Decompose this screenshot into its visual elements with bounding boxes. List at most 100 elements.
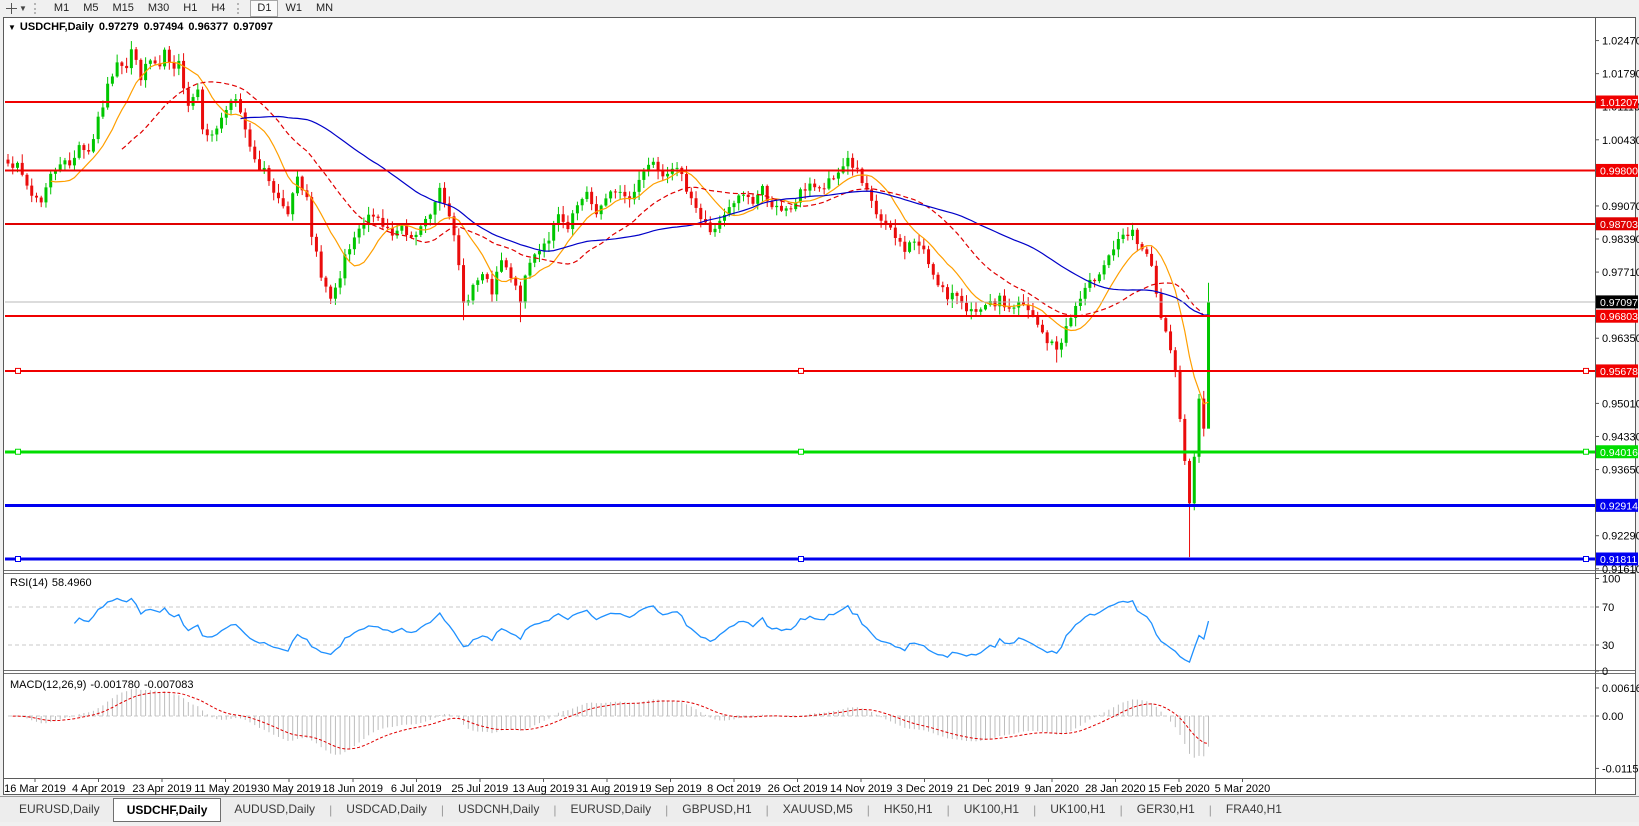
tab-separator: | [947, 803, 950, 817]
price-tick-label: 0.97710 [1602, 267, 1639, 279]
date-label: 21 Dec 2019 [957, 783, 1019, 795]
line-handle[interactable] [799, 449, 804, 454]
price-tick-label: 0.98390 [1602, 234, 1639, 246]
date-label: 28 Jan 2020 [1085, 783, 1146, 795]
rsi-tick-label: 0 [1602, 666, 1608, 678]
rsi-tick-label: 70 [1602, 602, 1614, 614]
date-label: 31 Aug 2019 [576, 783, 638, 795]
tab-separator: | [665, 803, 668, 817]
tab-separator: | [766, 803, 769, 817]
timeframe-button-h1[interactable]: H1 [176, 0, 204, 17]
line-handle[interactable] [16, 449, 21, 454]
tab-hk50-h1[interactable]: HK50,H1 [871, 799, 946, 820]
line-handle[interactable] [16, 557, 21, 562]
chevron-down-icon[interactable]: ▼ [19, 4, 27, 13]
tab-fra40-h1[interactable]: FRA40,H1 [1213, 799, 1295, 820]
rsi-name: RSI(14) [10, 577, 48, 589]
date-label: 3 Dec 2019 [897, 783, 953, 795]
price-tag-label: 0.91811 [1600, 554, 1637, 566]
price-tick-label: 0.95010 [1602, 398, 1639, 410]
date-label: 30 May 2019 [257, 783, 321, 795]
macd-tick-label: -0.011531 [1602, 763, 1639, 775]
price-tick-label: 0.92290 [1602, 531, 1639, 543]
tab-usdcad-daily[interactable]: USDCAD,Daily [333, 799, 440, 820]
price-tag-label: 0.94016 [1600, 447, 1638, 459]
date-label: 13 Aug 2019 [513, 783, 575, 795]
tab-separator: | [329, 803, 332, 817]
price-tick-label: 0.93650 [1602, 465, 1639, 477]
date-label: 6 Jul 2019 [391, 783, 442, 795]
chart-collapse-icon[interactable]: ▼ [8, 23, 16, 32]
timeframe-button-m5[interactable]: M5 [76, 0, 105, 17]
chart-window-frame [4, 18, 1636, 795]
date-label: 9 Jan 2020 [1025, 783, 1079, 795]
timeframe-button-m15[interactable]: M15 [105, 0, 140, 17]
date-label: 19 Sep 2019 [639, 783, 701, 795]
rsi-tick-label: 100 [1602, 574, 1620, 586]
timeframe-button-h4[interactable]: H4 [204, 0, 232, 17]
tab-ger30-h1[interactable]: GER30,H1 [1124, 799, 1208, 820]
price-tag-label: 0.92914 [1600, 500, 1638, 512]
chart-tabs: EURUSD,DailyUSDCHF,DailyAUDUSD,Daily|USD… [0, 796, 1639, 822]
macd-indicator-label: MACD(12,26,9)-0.001780-0.007083 [10, 679, 198, 691]
timeframe-button-mn[interactable]: MN [309, 0, 340, 17]
tab-uk100-h1[interactable]: UK100,H1 [951, 799, 1032, 820]
tab-separator: | [441, 803, 444, 817]
timeframe-toolbar: ▼ M1M5M15M30H1H4 D1W1MN [0, 0, 1639, 17]
date-label: 15 Feb 2020 [1148, 783, 1210, 795]
timeframe-button-w1[interactable]: W1 [278, 0, 309, 17]
macd-signal-value: -0.007083 [144, 679, 194, 691]
ohlc-close: 0.97097 [233, 21, 273, 33]
chart-canvas[interactable]: 1.024701.017901.011101.004300.990700.983… [0, 0, 1639, 826]
price-tick-label: 1.01790 [1602, 69, 1639, 81]
line-handle[interactable] [799, 368, 804, 373]
crosshair-tool-icon[interactable] [3, 2, 19, 15]
date-label: 16 Mar 2019 [4, 783, 66, 795]
date-label: 4 Apr 2019 [72, 783, 125, 795]
line-handle[interactable] [1584, 557, 1589, 562]
line-handle[interactable] [1584, 449, 1589, 454]
date-label: 11 May 2019 [194, 783, 257, 795]
tab-eurusd-daily[interactable]: EURUSD,Daily [557, 799, 664, 820]
macd-tick-label: 0.00 [1602, 711, 1623, 723]
tab-separator: | [553, 803, 556, 817]
tab-uk100-h1[interactable]: UK100,H1 [1037, 799, 1118, 820]
timeframe-button-d1[interactable]: D1 [250, 0, 278, 17]
timeframe-button-m30[interactable]: M30 [141, 0, 176, 17]
rsi-value: 58.4960 [52, 577, 92, 589]
tab-usdcnh-daily[interactable]: USDCNH,Daily [445, 799, 552, 820]
tab-separator: | [1209, 803, 1212, 817]
tab-audusd-daily[interactable]: AUDUSD,Daily [221, 799, 328, 820]
price-tick-label: 1.00430 [1602, 135, 1639, 147]
toolbar-separator [237, 3, 244, 14]
ohlc-low: 0.96377 [188, 21, 228, 33]
price-tick-label: 0.96350 [1602, 333, 1639, 345]
tab-separator: | [1120, 803, 1123, 817]
price-tag-label: 0.96803 [1600, 311, 1638, 323]
tab-separator: | [867, 803, 870, 817]
tab-xauusd-m5[interactable]: XAUUSD,M5 [770, 799, 866, 820]
rsi-indicator-label: RSI(14) 58.4960 [10, 577, 96, 589]
tab-gbpusd-h1[interactable]: GBPUSD,H1 [669, 799, 764, 820]
date-label: 26 Oct 2019 [768, 783, 828, 795]
price-tag-label: 0.95678 [1600, 366, 1638, 378]
date-label: 14 Nov 2019 [830, 783, 892, 795]
tab-eurusd-daily[interactable]: EURUSD,Daily [6, 799, 113, 820]
line-handle[interactable] [16, 368, 21, 373]
tab-usdchf-daily[interactable]: USDCHF,Daily [113, 798, 222, 822]
current-price-tag-label: 0.97097 [1600, 297, 1638, 309]
price-tick-label: 0.99070 [1602, 201, 1639, 213]
date-label: 5 Mar 2020 [1215, 783, 1271, 795]
price-tag-label: 1.01207 [1600, 97, 1638, 109]
ohlc-high: 0.97494 [144, 21, 184, 33]
macd-name: MACD(12,26,9) [10, 679, 86, 691]
line-handle[interactable] [1584, 368, 1589, 373]
date-label: 8 Oct 2019 [707, 783, 761, 795]
line-handle[interactable] [799, 557, 804, 562]
price-tag-label: 0.98703 [1600, 219, 1638, 231]
tab-separator: | [1033, 803, 1036, 817]
macd-tick-label: 0.006167 [1602, 683, 1639, 695]
price-tick-label: 1.02470 [1602, 36, 1639, 48]
timeframe-button-m1[interactable]: M1 [47, 0, 76, 17]
date-label: 23 Apr 2019 [132, 783, 191, 795]
